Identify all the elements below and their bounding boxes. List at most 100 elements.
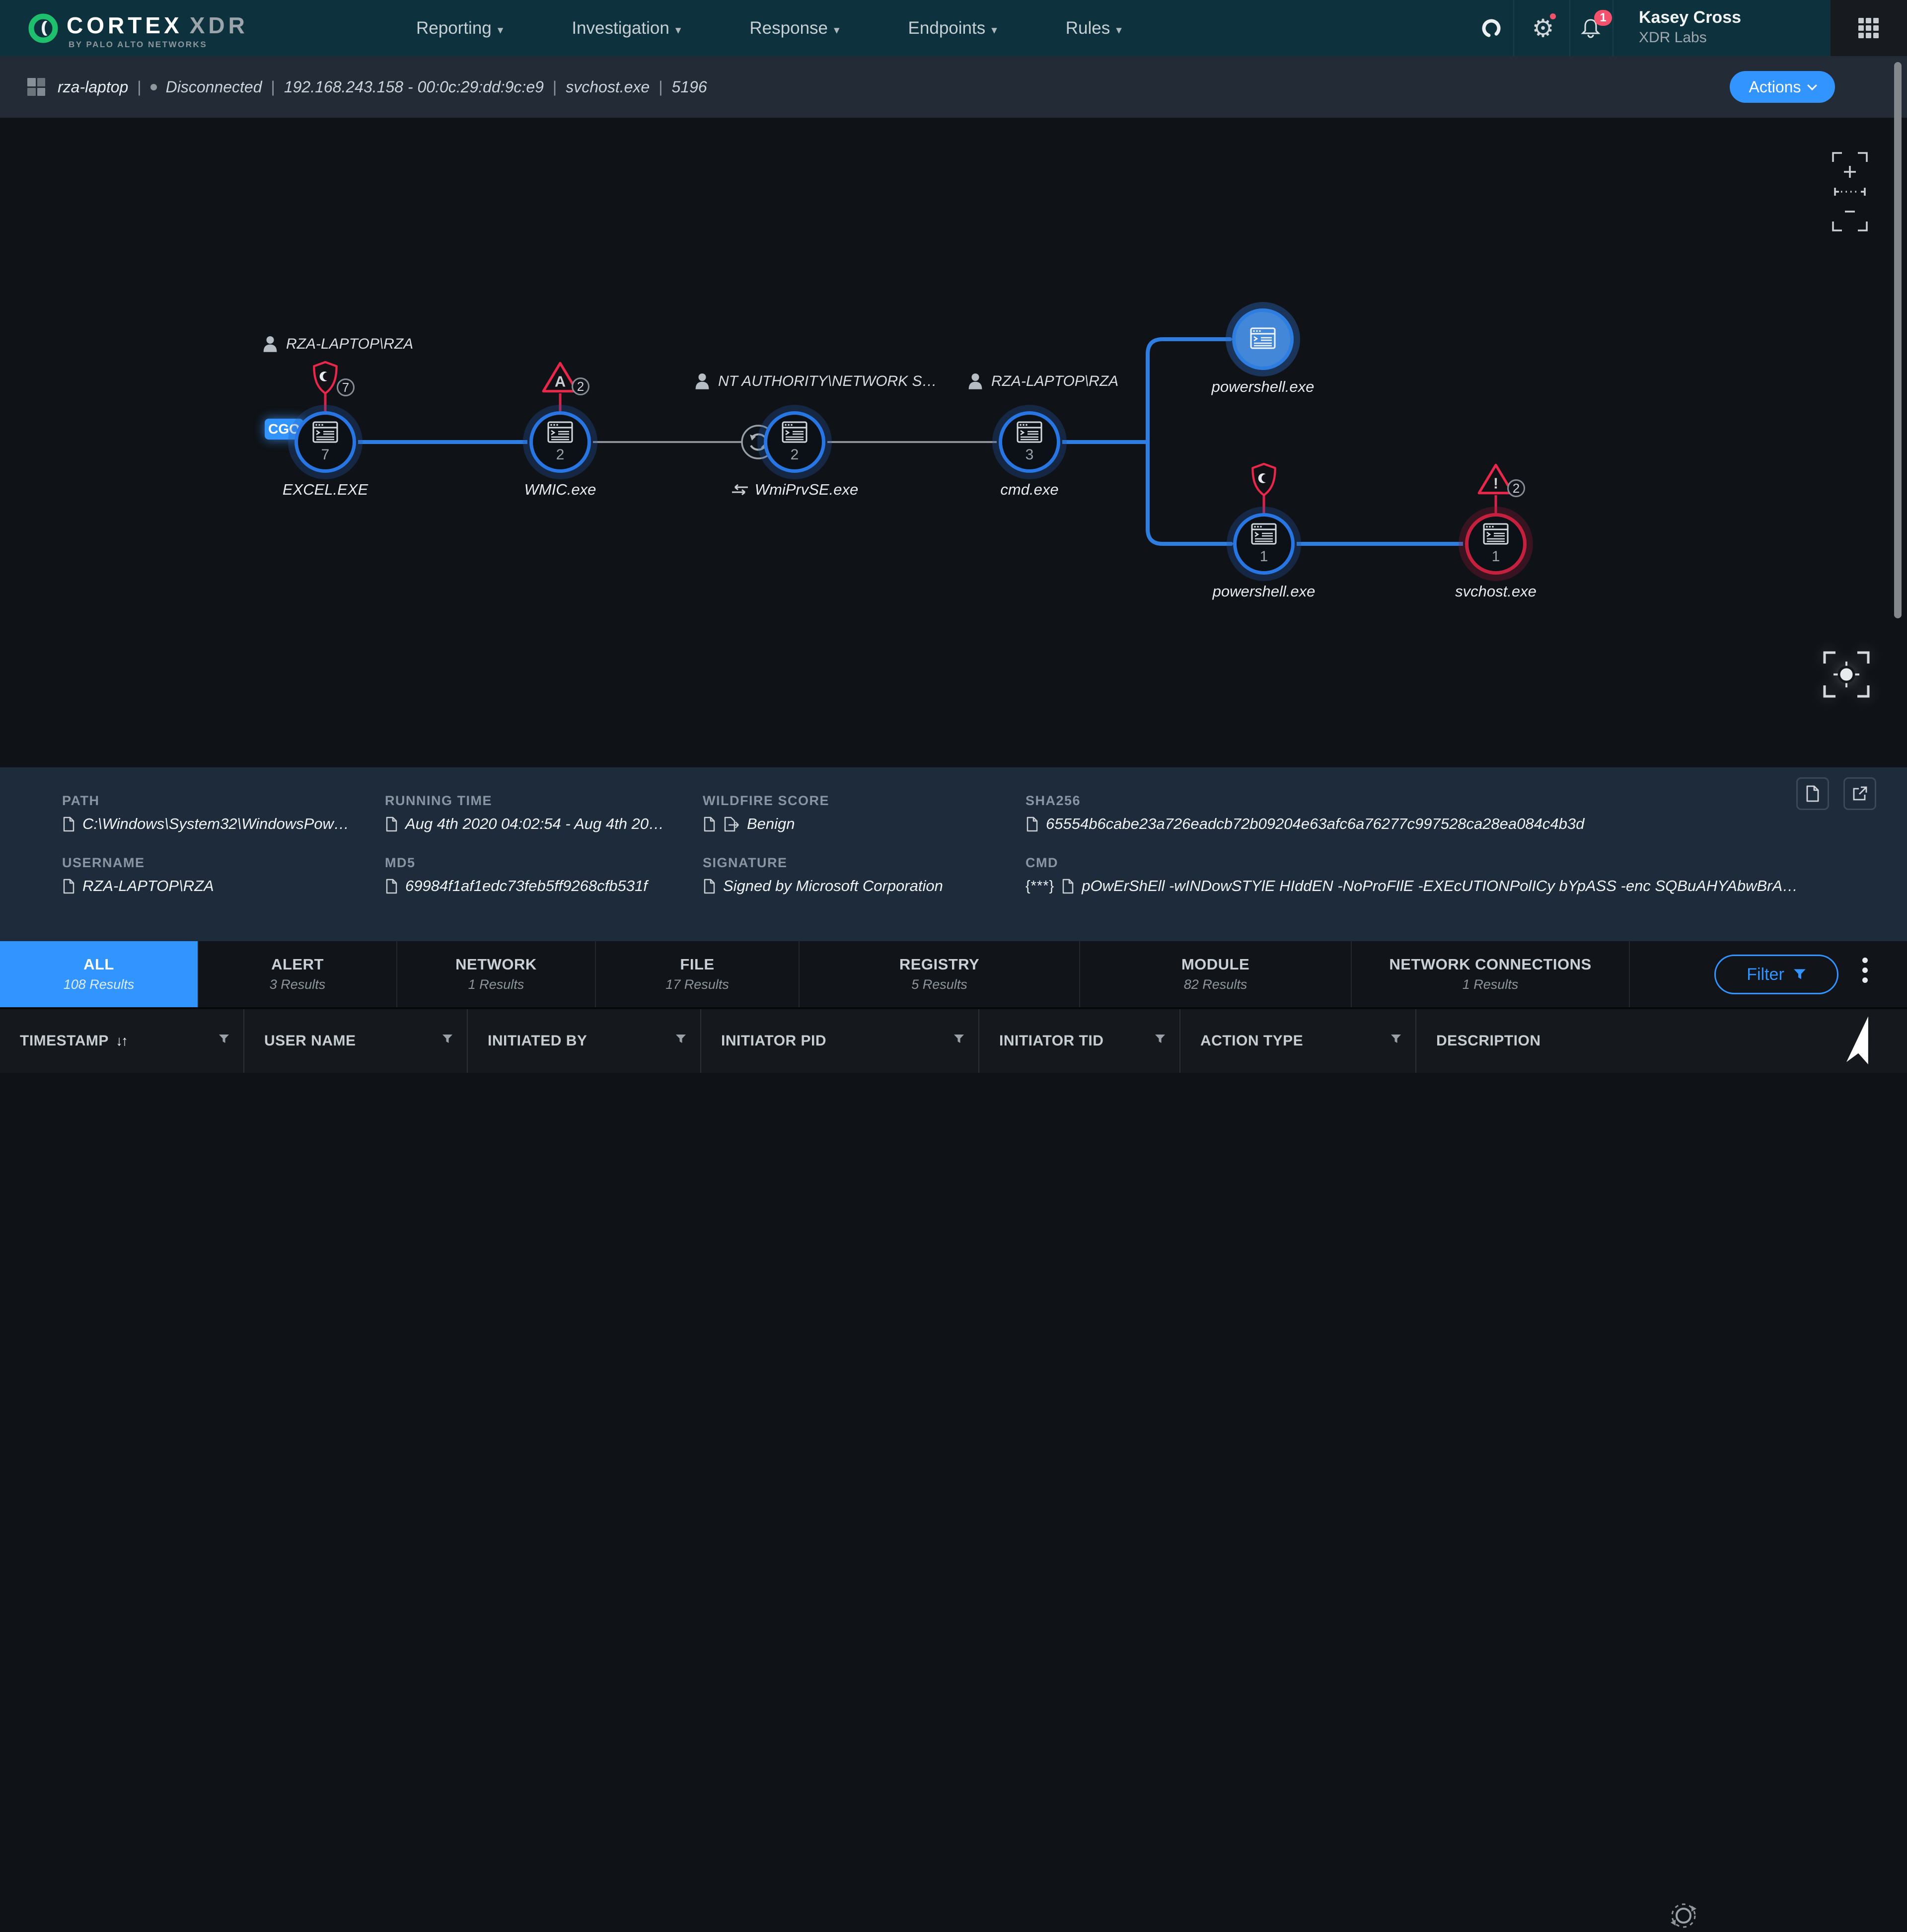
- more-options-icon[interactable]: [1862, 958, 1868, 983]
- column-filter-icon[interactable]: [442, 1034, 453, 1046]
- process-icon: [1250, 327, 1276, 352]
- alert-shield-ps_bottom[interactable]: [1242, 462, 1286, 497]
- report-arrow-icon: [723, 816, 740, 832]
- funnel-icon: [219, 1034, 229, 1044]
- tab-network-connections[interactable]: NETWORK CONNECTIONS 1 Results: [1352, 941, 1630, 1007]
- tab-network[interactable]: NETWORK 1 Results: [397, 941, 596, 1007]
- tab-all[interactable]: ALL 108 Results: [0, 941, 199, 1007]
- node-label-excel: EXCEL.EXE: [216, 481, 435, 499]
- field-value[interactable]: Signed by Microsoft Corporation: [703, 877, 943, 895]
- field-value[interactable]: Benign: [703, 815, 795, 833]
- device-pid: 5196: [672, 78, 707, 96]
- user-org: XDR Labs: [1639, 29, 1741, 46]
- event-count: 2: [556, 446, 565, 463]
- filter-button[interactable]: Filter: [1714, 955, 1838, 994]
- column-filter-icon[interactable]: [1391, 1034, 1401, 1046]
- node-label-ps_bottom: powershell.exe: [1155, 583, 1373, 600]
- process-node-wmic[interactable]: 2: [523, 405, 597, 479]
- process-node-ps_top[interactable]: [1226, 302, 1300, 376]
- user-context-label: RZA-LAPTOP\RZA: [262, 336, 413, 353]
- tab-module[interactable]: MODULE 82 Results: [1080, 941, 1352, 1007]
- actions-button[interactable]: Actions: [1730, 71, 1835, 103]
- column-header-action-type[interactable]: ACTION TYPE: [1179, 1009, 1415, 1073]
- cortex-logo-icon: [28, 13, 59, 46]
- column-header-timestamp[interactable]: TIMESTAMP ↓↑: [0, 1009, 243, 1073]
- field-value[interactable]: C:\Windows\System32\WindowsPow…: [62, 815, 349, 833]
- scroll-top-arrow-icon[interactable]: [1840, 1012, 1890, 1069]
- process-node-wmiprvse[interactable]: 2: [757, 405, 832, 479]
- copy-value-icon: [62, 878, 75, 894]
- field-value[interactable]: 69984f1af1edc73feb5ff9268cfb531f: [385, 877, 648, 895]
- sort-icon[interactable]: ↓↑: [116, 1033, 127, 1049]
- settings-gear-icon[interactable]: ⚙: [1521, 0, 1565, 56]
- menu-response[interactable]: Response: [749, 18, 839, 38]
- zoom-control[interactable]: [1832, 151, 1868, 234]
- copy-details-button[interactable]: [1796, 777, 1829, 810]
- alert-triangle-wmic[interactable]: A2: [538, 361, 583, 394]
- process-icon: [547, 421, 573, 446]
- svg-text:A: A: [555, 372, 566, 390]
- field-label: WILDFIRE SCORE: [703, 793, 829, 809]
- node-label-ps_top: powershell.exe: [1154, 378, 1372, 396]
- field-value[interactable]: {***} pOwErShEll -wINDowSTYlE HIddEN -No…: [1026, 877, 1798, 895]
- node-label-cmd: cmd.exe: [920, 481, 1139, 499]
- process-node-excel[interactable]: 7: [288, 405, 363, 479]
- event-count: 1: [1260, 548, 1268, 565]
- field-value[interactable]: Aug 4th 2020 04:02:54 - Aug 4th 20…: [385, 815, 664, 833]
- event-count: 2: [791, 446, 799, 463]
- process-icon: [1483, 523, 1509, 547]
- center-view-icon[interactable]: [1822, 650, 1871, 702]
- results-tabs: ALL 108 Results ALERT 3 Results NETWORK …: [0, 941, 1907, 1007]
- column-header-initiator-tid[interactable]: INITIATOR TID: [978, 1009, 1179, 1073]
- refresh-results-icon[interactable]: [1670, 1902, 1697, 1932]
- apps-grid-button[interactable]: [1831, 0, 1907, 56]
- user-menu[interactable]: Kasey Cross XDR Labs: [1639, 8, 1741, 46]
- field-label: CMD: [1026, 855, 1058, 871]
- column-header-description[interactable]: DESCRIPTION: [1415, 1009, 1907, 1073]
- process-node-svchost[interactable]: 1: [1459, 507, 1533, 581]
- query-loop-icon[interactable]: [1469, 0, 1514, 56]
- shield-alert-icon: [1249, 462, 1278, 497]
- device-status: Disconnected: [166, 78, 262, 96]
- brand-tagline: BY PALO ALTO NETWORKS: [69, 40, 207, 50]
- funnel-icon: [1391, 1034, 1401, 1044]
- column-header-initiator-pid[interactable]: INITIATOR PID: [700, 1009, 978, 1073]
- user-icon: [262, 336, 278, 353]
- process-node-ps_bottom[interactable]: 1: [1227, 507, 1301, 581]
- funnel-icon: [442, 1034, 453, 1044]
- tab-file[interactable]: FILE 17 Results: [596, 941, 800, 1007]
- alert-shield-excel[interactable]: 7: [303, 361, 348, 395]
- column-header-user-name[interactable]: USER NAME: [243, 1009, 467, 1073]
- column-filter-icon[interactable]: [675, 1034, 686, 1046]
- column-filter-icon[interactable]: [954, 1034, 964, 1046]
- process-icon: [782, 421, 807, 446]
- menu-investigation[interactable]: Investigation: [572, 18, 681, 38]
- field-label: USERNAME: [62, 855, 145, 871]
- notifications-bell-icon[interactable]: 1: [1568, 0, 1613, 56]
- menu-reporting[interactable]: Reporting: [416, 18, 503, 38]
- field-value[interactable]: 65554b6cabe23a726eadcb72b09204e63afc6a76…: [1026, 815, 1584, 833]
- process-node-cmd[interactable]: 3: [992, 405, 1067, 479]
- alert-triangle-svchost[interactable]: !2: [1473, 462, 1518, 496]
- tab-alert[interactable]: ALERT 3 Results: [199, 941, 397, 1007]
- notification-count-badge: 1: [1594, 10, 1612, 26]
- column-header-initiated-by[interactable]: INITIATED BY: [467, 1009, 700, 1073]
- tab-registry[interactable]: REGISTRY 5 Results: [800, 941, 1080, 1007]
- column-filter-icon[interactable]: [1155, 1034, 1166, 1046]
- open-external-button[interactable]: [1843, 777, 1876, 810]
- copy-value-icon: [385, 878, 398, 894]
- event-count: 3: [1026, 446, 1034, 463]
- copy-value-icon: [385, 816, 398, 832]
- field-label: SIGNATURE: [703, 855, 788, 871]
- menu-rules[interactable]: Rules: [1066, 18, 1122, 38]
- user-context-label: RZA-LAPTOP\RZA: [967, 373, 1118, 390]
- top-nav: CORTEXXDR BY PALO ALTO NETWORKS Reportin…: [0, 0, 1907, 56]
- vertical-scrollbar[interactable]: [1894, 62, 1902, 618]
- user-context-label: NT AUTHORITY\NETWORK S…: [694, 373, 937, 390]
- column-filter-icon[interactable]: [219, 1034, 229, 1046]
- field-value[interactable]: RZA-LAPTOP\RZA: [62, 877, 214, 895]
- process-icon: [312, 421, 338, 446]
- edge-branch-powershell: [1148, 339, 1231, 544]
- menu-endpoints[interactable]: Endpoints: [908, 18, 997, 38]
- copy-value-icon: [703, 816, 716, 832]
